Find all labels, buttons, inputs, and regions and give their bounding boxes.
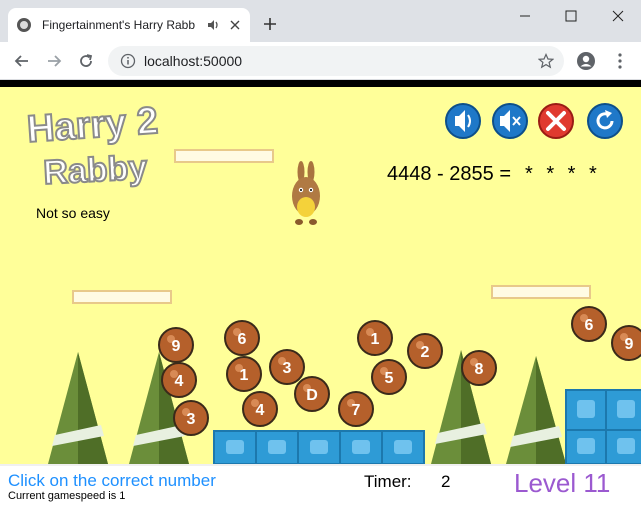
browser-titlebar: Fingertainment's Harry Rabb [0, 0, 641, 42]
gamespeed-text: Current gamespeed is 1 [8, 490, 126, 502]
reload-button[interactable] [76, 51, 96, 71]
platform [174, 149, 274, 163]
number-ball[interactable]: 6 [571, 306, 607, 342]
more-vertical-icon [618, 53, 622, 69]
number-ball[interactable]: 1 [226, 356, 262, 392]
reload-icon [80, 54, 93, 67]
plus-icon [264, 18, 276, 30]
ball-label: 7 [352, 402, 361, 419]
sound-on-button[interactable] [445, 103, 481, 139]
number-ball[interactable]: 3 [269, 349, 305, 385]
platform [72, 290, 172, 304]
browser-toolbar: localhost:50000 [0, 42, 641, 80]
browser-tab[interactable]: Fingertainment's Harry Rabb [8, 8, 250, 42]
number-ball[interactable]: 5 [371, 359, 407, 395]
ball-label: 9 [625, 336, 634, 353]
ball-label: 1 [240, 367, 249, 384]
window-close-button[interactable] [595, 0, 641, 32]
minimize-button[interactable] [502, 0, 548, 32]
number-ball[interactable]: 6 [224, 320, 260, 356]
tab-title: Fingertainment's Harry Rabb [42, 18, 196, 32]
number-ball[interactable]: 3 [173, 400, 209, 436]
game-status-bar: Click on the correct number Current game… [0, 464, 641, 518]
profile-icon[interactable] [576, 51, 596, 71]
maximize-icon [565, 10, 577, 22]
answer-mask: * * * * [525, 163, 601, 185]
ball-label: 6 [585, 317, 594, 334]
tab-close-button[interactable] [228, 18, 242, 32]
instruction-text: Click on the correct number [8, 471, 216, 490]
number-ball[interactable]: D [294, 376, 330, 412]
back-button[interactable] [12, 51, 32, 71]
ball-label: 8 [475, 361, 484, 378]
forward-button[interactable] [44, 51, 64, 71]
number-ball[interactable]: 8 [461, 350, 497, 386]
close-icon [230, 20, 240, 30]
info-icon[interactable] [120, 53, 136, 69]
url-text[interactable]: localhost:50000 [144, 53, 242, 69]
menu-button[interactable] [610, 51, 630, 71]
game-favicon-icon [17, 18, 31, 32]
timer-label: Timer: [364, 472, 412, 491]
number-ball[interactable]: 4 [242, 391, 278, 427]
logo-line1: Harry 2 [26, 100, 160, 151]
number-ball[interactable]: 4 [161, 362, 197, 398]
tree [48, 352, 108, 464]
ball-label: 6 [238, 331, 247, 348]
arrow-left-icon [14, 55, 28, 67]
level-indicator: Level 11 [514, 468, 611, 498]
rabbit-character [292, 161, 320, 225]
equation-text: 4448 - 2855 = [387, 163, 511, 185]
ball-label: 4 [256, 402, 265, 419]
ball-label: 3 [187, 411, 196, 428]
math-equation: 4448 - 2855 = * * * * [387, 163, 601, 186]
star-icon[interactable] [538, 53, 554, 69]
game-canvas[interactable]: Harry 2 Rabby 9 4 3 6 1 4 3 D 7 1 5 2 8 … [0, 87, 641, 464]
number-ball[interactable]: 7 [338, 391, 374, 427]
logo-line2: Rabby [42, 149, 148, 192]
mute-button[interactable] [492, 103, 528, 139]
platform [491, 285, 591, 299]
ball-label: 9 [172, 338, 181, 355]
number-ball[interactable]: 1 [357, 320, 393, 356]
ball-label: 1 [371, 331, 380, 348]
ball-label: 3 [283, 360, 292, 377]
close-icon [612, 10, 624, 22]
ball-label: 5 [385, 370, 394, 387]
tree [506, 356, 566, 464]
number-ball[interactable]: 9 [611, 325, 641, 361]
number-ball[interactable]: 9 [158, 327, 194, 363]
speaker-icon[interactable] [206, 18, 220, 32]
game-logo: Harry 2 Rabby [25, 99, 161, 193]
restart-button[interactable] [587, 103, 623, 139]
difficulty-label: Not so easy [36, 205, 110, 221]
ball-label: 4 [175, 373, 184, 390]
maximize-button[interactable] [548, 0, 594, 32]
number-ball[interactable]: 2 [407, 333, 443, 369]
timer-value: 2 [441, 472, 451, 491]
ball-label: D [306, 387, 318, 404]
address-bar[interactable]: localhost:50000 [108, 46, 564, 76]
ball-label: 2 [421, 344, 430, 361]
new-tab-button[interactable] [260, 14, 280, 34]
game-scene: Harry 2 Rabby 9436143D7152869 [25, 99, 641, 464]
canvas-border [0, 80, 641, 87]
exit-button[interactable] [538, 103, 574, 139]
minimize-icon [520, 15, 530, 17]
arrow-right-icon [48, 55, 62, 67]
